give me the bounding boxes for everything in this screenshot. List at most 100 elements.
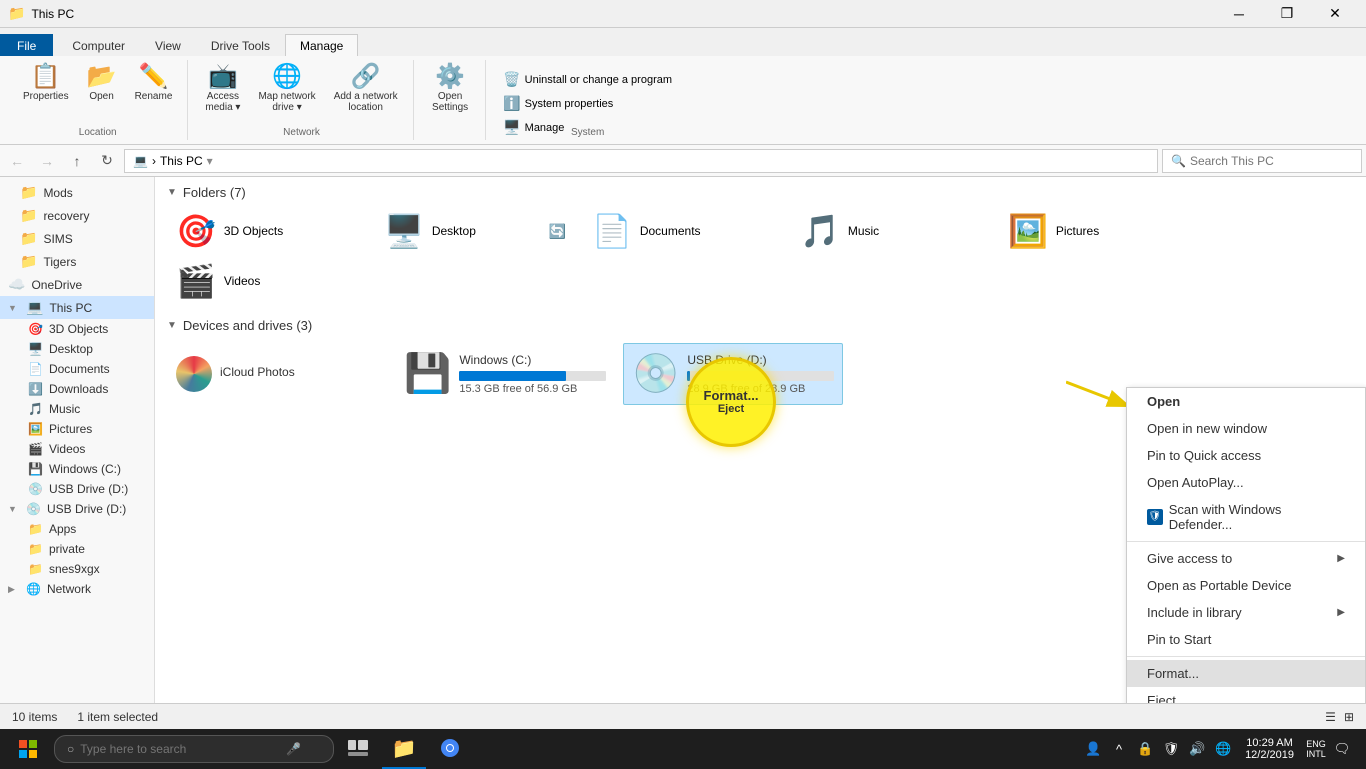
tray-network[interactable]: 🌐: [1211, 729, 1235, 769]
folder-music-icon: 🎵: [800, 215, 840, 247]
sidebar-item-documents[interactable]: 📄 Documents: [0, 359, 154, 379]
sidebar-item-apps[interactable]: 📁 Apps: [0, 519, 154, 539]
sidebar-label-pictures: Pictures: [49, 422, 92, 436]
folder-music[interactable]: 🎵 Music: [791, 210, 991, 252]
folder-pictures[interactable]: 🖼️ Pictures: [999, 210, 1199, 252]
tab-drive-tools[interactable]: Drive Tools: [196, 34, 285, 56]
tab-manage[interactable]: Manage: [285, 34, 358, 56]
folder-3d-objects[interactable]: 🎯 3D Objects: [167, 210, 367, 252]
ctx-eject[interactable]: Eject: [1127, 687, 1365, 703]
sidebar-item-mods[interactable]: 📁 Mods: [0, 181, 154, 204]
folder-desktop-label: Desktop: [432, 224, 476, 238]
ctx-scan-defender[interactable]: 🛡 Scan with Windows Defender...: [1127, 496, 1365, 538]
microphone-icon[interactable]: 🎤: [286, 742, 301, 756]
view-icon-1[interactable]: ☰: [1325, 710, 1336, 724]
sidebar-item-onedrive[interactable]: ☁️ OneDrive: [0, 273, 154, 296]
folder-videos[interactable]: 🎬 Videos: [167, 260, 367, 302]
uninstall-button[interactable]: 🗑️ Uninstall or change a program: [498, 68, 677, 91]
sidebar-label-tigers: Tigers: [43, 255, 76, 269]
drive-icloud[interactable]: iCloud Photos: [167, 343, 387, 405]
ctx-give-access[interactable]: Give access to ▶: [1127, 545, 1365, 572]
taskbar-file-explorer[interactable]: 📁: [382, 729, 426, 769]
ctx-open-autoplay[interactable]: Open AutoPlay...: [1127, 469, 1365, 496]
this-pc-icon: 💻: [26, 299, 43, 316]
ctx-pin-quick[interactable]: Pin to Quick access: [1127, 442, 1365, 469]
search-box[interactable]: 🔍: [1162, 149, 1362, 173]
tray-security[interactable]: 🛡: [1159, 729, 1183, 769]
sidebar-item-usb-d2[interactable]: ▼ 💿 USB Drive (D:): [0, 499, 154, 519]
sidebar-item-pictures[interactable]: 🖼️ Pictures: [0, 419, 154, 439]
forward-button[interactable]: →: [34, 149, 60, 173]
sidebar-label-private: private: [49, 542, 85, 556]
sidebar-item-usb-d1[interactable]: 💿 USB Drive (D:): [0, 479, 154, 499]
rename-button[interactable]: ✏️ Rename: [128, 62, 180, 105]
taskbar-task-view[interactable]: [336, 729, 380, 769]
tray-people[interactable]: 👤: [1081, 729, 1105, 769]
tray-notification[interactable]: 🗨: [1330, 729, 1354, 769]
refresh-button[interactable]: ↻: [94, 149, 120, 173]
tab-computer[interactable]: Computer: [57, 34, 140, 56]
tray-lang[interactable]: ENG INTL: [1304, 729, 1328, 769]
title-bar-left: 📁 This PC: [8, 5, 74, 22]
tigers-icon: 📁: [20, 253, 37, 270]
taskbar-chrome[interactable]: [428, 729, 472, 769]
open-button[interactable]: 📂 Open: [80, 62, 124, 105]
ctx-pin-start[interactable]: Pin to Start: [1127, 626, 1365, 653]
settings-buttons: ⚙️ OpenSettings: [425, 60, 475, 140]
sidebar-item-recovery[interactable]: 📁 recovery: [0, 204, 154, 227]
sidebar-item-windows-c[interactable]: 💾 Windows (C:): [0, 459, 154, 479]
ctx-include-library[interactable]: Include in library ▶: [1127, 599, 1365, 626]
up-button[interactable]: ↑: [64, 149, 90, 173]
ctx-open-new-window[interactable]: Open in new window: [1127, 415, 1365, 442]
main-layout: 📁 Mods 📁 recovery 📁 SIMS 📁 Tigers ☁️ One…: [0, 177, 1366, 703]
minimize-button[interactable]: ─: [1216, 0, 1262, 28]
search-input[interactable]: [1190, 154, 1353, 168]
drive-windows-c[interactable]: 💾 Windows (C:) 15.3 GB free of 56.9 GB: [395, 343, 615, 405]
sidebar-item-downloads[interactable]: ⬇️ Downloads: [0, 379, 154, 399]
taskbar-search-input[interactable]: [80, 742, 280, 756]
sidebar-item-snes9xgx[interactable]: 📁 snes9xgx: [0, 559, 154, 579]
mods-icon: 📁: [20, 184, 37, 201]
view-icon-2[interactable]: ⊞: [1344, 710, 1354, 724]
ctx-format[interactable]: Format...: [1127, 660, 1365, 687]
ctx-open[interactable]: Open: [1127, 388, 1365, 415]
tray-speaker[interactable]: 🔊: [1185, 729, 1209, 769]
tab-file[interactable]: File: [0, 34, 53, 56]
sidebar-item-private[interactable]: 📁 private: [0, 539, 154, 559]
system-properties-button[interactable]: ℹ️ System properties: [498, 92, 677, 115]
back-button[interactable]: ←: [4, 149, 30, 173]
sidebar-item-tigers[interactable]: 📁 Tigers: [0, 250, 154, 273]
windows-c-drive-name: Windows (C:): [459, 353, 606, 367]
sidebar-label-network: Network: [47, 582, 91, 596]
sidebar-item-network[interactable]: ▶ 🌐 Network: [0, 579, 154, 599]
start-button[interactable]: [4, 729, 52, 769]
map-network-button[interactable]: 🌐 Map networkdrive ▾: [251, 62, 322, 116]
sidebar-item-music[interactable]: 🎵 Music: [0, 399, 154, 419]
windows-c-drive-icon: 💾: [404, 352, 451, 396]
tray-clock[interactable]: 10:29 AM 12/2/2019: [1237, 737, 1302, 761]
properties-button[interactable]: 📋 Properties: [16, 62, 76, 105]
add-network-button[interactable]: 🔗 Add a networklocation: [327, 62, 405, 116]
ctx-sep-1: [1127, 541, 1365, 542]
folder-desktop[interactable]: 🖥️ Desktop 🔄: [375, 210, 575, 252]
sidebar-item-desktop[interactable]: 🖥️ Desktop: [0, 339, 154, 359]
open-settings-button[interactable]: ⚙️ OpenSettings: [425, 62, 475, 116]
address-path[interactable]: 💻 › This PC ▾: [124, 149, 1158, 173]
tab-view[interactable]: View: [140, 34, 196, 56]
tray-network-status[interactable]: 🔒: [1133, 729, 1157, 769]
sidebar-item-3d-objects[interactable]: 🎯 3D Objects: [0, 319, 154, 339]
taskbar-search[interactable]: ○ 🎤: [54, 735, 334, 763]
sidebar-item-sims[interactable]: 📁 SIMS: [0, 227, 154, 250]
sidebar-item-videos[interactable]: 🎬 Videos: [0, 439, 154, 459]
devices-arrow[interactable]: ▼: [167, 320, 177, 331]
windows-c-space: 15.3 GB free of 56.9 GB: [459, 383, 606, 395]
apps-icon: 📁: [28, 522, 43, 536]
maximize-button[interactable]: ❐: [1264, 0, 1310, 28]
folder-documents[interactable]: 📄 Documents: [583, 210, 783, 252]
access-media-button[interactable]: 📺 Accessmedia ▾: [198, 62, 247, 116]
sidebar-item-this-pc[interactable]: ▼ 💻 This PC: [0, 296, 154, 319]
ctx-open-portable[interactable]: Open as Portable Device: [1127, 572, 1365, 599]
tray-chevron[interactable]: ^: [1107, 729, 1131, 769]
folders-arrow[interactable]: ▼: [167, 187, 177, 198]
close-button[interactable]: ✕: [1312, 0, 1358, 28]
